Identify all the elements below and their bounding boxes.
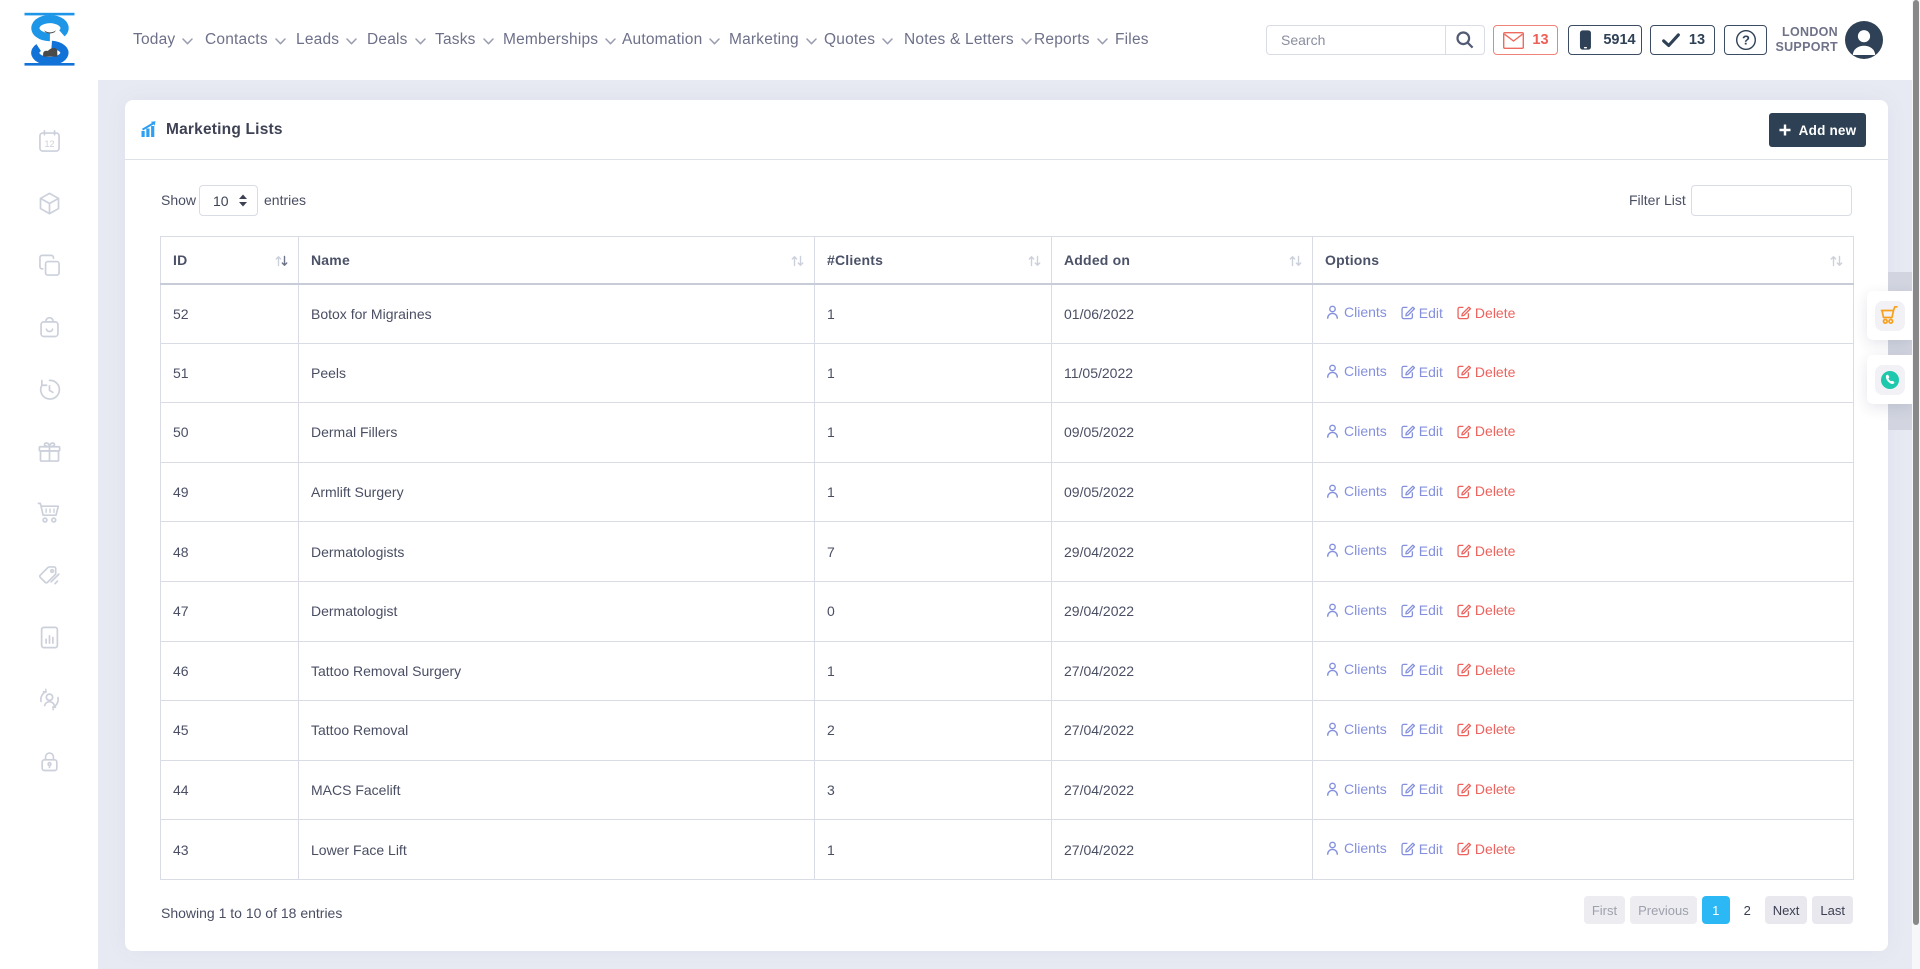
svg-text:12: 12 — [44, 139, 54, 149]
